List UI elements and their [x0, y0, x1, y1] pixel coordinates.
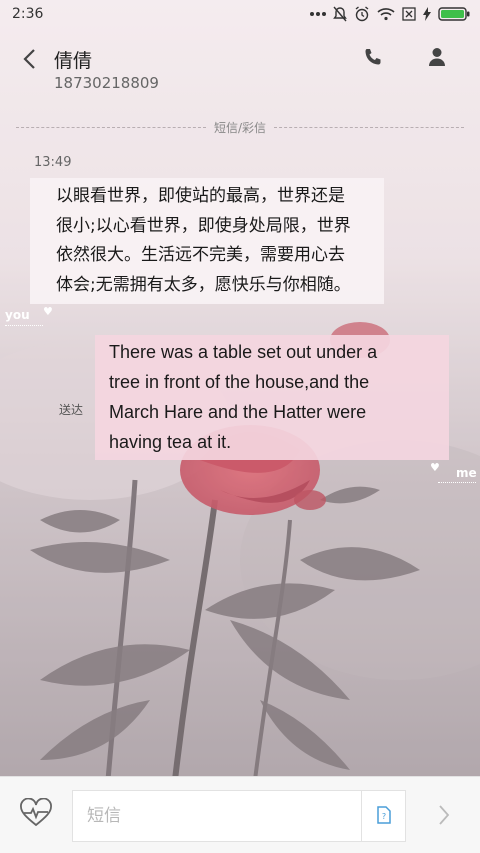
incoming-line: 很小;以心看世界，即使身处局限，世界 [56, 215, 351, 236]
incoming-line: 依然很大。生活远不完美，需要用心去 [56, 245, 345, 265]
chevron-left-icon [22, 48, 36, 74]
sender-tag-label: me [456, 466, 477, 480]
contact-profile-button[interactable] [422, 44, 452, 74]
compose-bar: ? [0, 776, 480, 853]
outgoing-message-bubble[interactable]: There was a table set out under a tree i… [95, 335, 449, 460]
message-input[interactable] [72, 790, 406, 842]
heart-icon: ♥ [430, 461, 440, 474]
input-divider [361, 791, 362, 841]
divider-line-right [274, 126, 465, 128]
status-bar: 2:36 [0, 0, 480, 28]
sender-tag-label: you [5, 308, 30, 322]
message-timestamp: 13:49 [34, 155, 72, 170]
outgoing-line: having tea at it. [109, 432, 232, 452]
delivery-status: 送达 [59, 403, 84, 417]
more-dots-icon [310, 11, 326, 17]
dotted-underline [5, 325, 43, 326]
incoming-line: 体会;无需拥有太多，愿快乐与你相随。 [56, 274, 351, 295]
call-button[interactable] [358, 44, 388, 74]
outgoing-line: March Hare and the Hatter were [109, 402, 367, 422]
dotted-underline [438, 482, 476, 483]
alarm-icon [354, 6, 370, 22]
status-time: 2:36 [12, 6, 44, 22]
send-button[interactable] [428, 801, 460, 833]
chevron-right-icon [438, 804, 450, 830]
incoming-line: 以眼看世界，即使站的最高，世界还是 [56, 186, 345, 206]
sim-card-icon: ? [377, 806, 391, 828]
back-button[interactable] [14, 46, 44, 76]
emoji-heart-button[interactable] [16, 797, 56, 833]
mute-icon [333, 6, 347, 22]
channel-divider: 短信/彩信 [16, 118, 465, 136]
outgoing-line: tree in front of the house,and the [109, 372, 370, 392]
person-icon [428, 47, 446, 71]
battery-icon [438, 7, 470, 21]
svg-text:?: ? [382, 812, 386, 821]
wifi-icon [377, 7, 395, 21]
charging-icon [423, 7, 431, 21]
heart-icon: ♥ [43, 305, 53, 318]
heartbeat-icon [18, 797, 54, 832]
incoming-message-bubble[interactable]: 以眼看世界，即使站的最高，世界还是 很小;以心看世界，即使身处局限，世界 依然很… [30, 178, 384, 304]
sender-tag-you: you ♥ [5, 305, 53, 330]
contact-name: 倩倩 [54, 50, 93, 72]
sim-select-button[interactable]: ? [370, 805, 398, 829]
phone-icon [363, 47, 383, 71]
no-sim-icon [402, 7, 416, 21]
sender-tag-me: ♥ me [430, 461, 477, 484]
divider-line-left [16, 126, 206, 128]
outgoing-line: There was a table set out under a [109, 342, 378, 362]
channel-label: 短信/彩信 [213, 120, 267, 135]
conversation-header: 倩倩 18730218809 [0, 28, 480, 108]
contact-number: 18730218809 [54, 74, 159, 92]
status-icons [310, 6, 470, 22]
